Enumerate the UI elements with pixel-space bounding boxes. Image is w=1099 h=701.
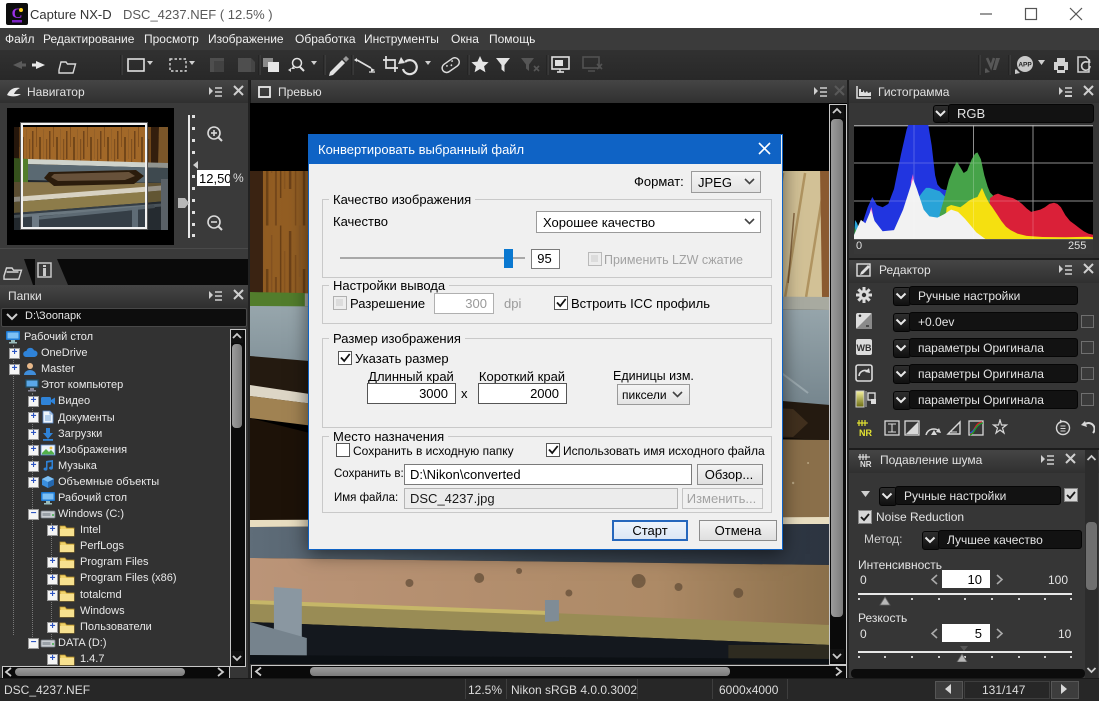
svg-text:NR: NR xyxy=(860,460,872,468)
svg-text:APP: APP xyxy=(1018,62,1032,69)
svg-text:NR: NR xyxy=(859,428,872,438)
svg-text:WB: WB xyxy=(857,343,872,353)
